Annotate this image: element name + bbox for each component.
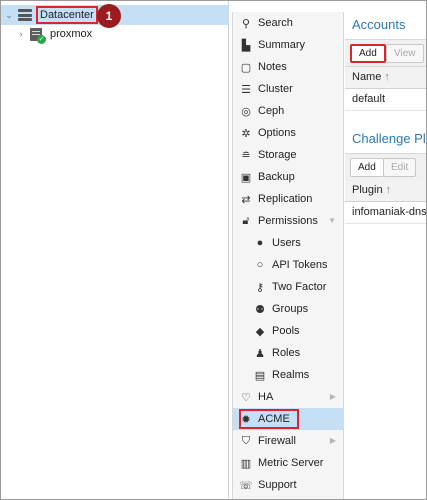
accounts-toolbar: Add View <box>345 39 426 67</box>
sort-asc-icon: ↑ <box>385 184 392 196</box>
accounts-column-header[interactable]: Name ↑ <box>345 67 426 89</box>
address-book-icon: ▤ <box>254 369 266 382</box>
node-label: proxmox <box>50 28 93 40</box>
plugins-toolbar: Add Edit <box>345 153 426 181</box>
menu-label: HA <box>258 391 274 403</box>
menu-label: Permissions <box>258 215 318 227</box>
highlight-box <box>239 409 299 429</box>
server-icon <box>18 9 32 21</box>
plugins-column-header[interactable]: Plugin ↑ <box>345 180 426 202</box>
node-icon: ✓ <box>30 27 46 44</box>
gear-icon: ✲ <box>241 127 251 140</box>
menu-label: Storage <box>258 149 297 161</box>
tree-item-proxmox[interactable]: › ✓ proxmox <box>1 24 229 44</box>
menu-label: Support <box>258 479 297 491</box>
tags-icon: ◆ <box>255 325 265 338</box>
accounts-add-button[interactable]: Add <box>350 44 386 63</box>
menu-label: Backup <box>258 171 295 183</box>
book-icon: ▙ <box>241 39 251 52</box>
caret-down-icon[interactable]: ▼ <box>328 216 336 225</box>
column-label: Plugin <box>352 184 383 196</box>
notes-icon: ▢ <box>240 61 252 74</box>
menu-label: Two Factor <box>272 281 327 293</box>
menu-item-replication[interactable]: ⇄ Replication <box>233 188 344 210</box>
menu-label: Pools <box>272 325 300 337</box>
menu-label: Summary <box>258 39 306 51</box>
key-icon: ⚷ <box>255 281 265 294</box>
menu-item-support[interactable]: ☏ Support <box>233 474 344 496</box>
menu-item-acme[interactable]: ✹ ACME <box>233 408 344 430</box>
menu-label: Ceph <box>258 105 285 117</box>
chevron-down-icon[interactable]: ⌄ <box>4 10 14 20</box>
menu-label: Notes <box>258 61 287 73</box>
datacenter-label: Datacenter <box>36 6 98 24</box>
menu-label: Options <box>258 127 296 139</box>
menu-item-backup[interactable]: ▣ Backup <box>233 166 344 188</box>
menu-item-groups[interactable]: ⚉ Groups <box>233 298 344 320</box>
challenge-plugins-title: Challenge Plugins <box>352 131 426 146</box>
resource-tree: ⌄ Datacenter › ✓ proxmox <box>1 1 229 498</box>
menu-item-ceph[interactable]: ◎ Ceph <box>233 100 344 122</box>
menu-item-ha[interactable]: ♡ HA ▶ <box>233 386 344 408</box>
menu-item-firewall[interactable]: ⛉ Firewall ▶ <box>233 430 344 452</box>
menu-label: Users <box>272 237 301 249</box>
menu-label: API Tokens <box>272 259 328 271</box>
menu-item-realms[interactable]: ▤ Realms <box>233 364 344 386</box>
menu-label: Search <box>258 17 293 29</box>
menu-label: Cluster <box>258 83 293 95</box>
retweet-icon: ⇄ <box>241 193 251 206</box>
menu-label: Firewall <box>258 435 296 447</box>
menu-item-roles[interactable]: ♟ Roles <box>233 342 344 364</box>
floppy-icon: ▣ <box>240 171 252 184</box>
menu-label: Metric Server <box>258 457 324 469</box>
search-icon: ⚲ <box>241 17 251 30</box>
table-row[interactable]: default <box>345 89 426 111</box>
caret-right-icon[interactable]: ▶ <box>330 436 336 445</box>
menu-item-summary[interactable]: ▙ Summary <box>233 34 344 56</box>
menu-item-permissions[interactable]: 🔓︎ Permissions ▼ <box>233 210 344 232</box>
accounts-title: Accounts <box>352 17 406 32</box>
plugins-edit-button[interactable]: Edit <box>383 158 417 177</box>
plugins-add-button[interactable]: Add <box>350 158 384 177</box>
menu-label: Groups <box>272 303 309 315</box>
bar-chart-icon: ▥ <box>240 457 252 470</box>
caret-right-icon[interactable]: ▶ <box>330 392 336 401</box>
column-label: Name <box>352 71 382 83</box>
unlock-icon: 🔓︎ <box>242 214 250 227</box>
acme-panel: Accounts Add View Name ↑ default Challeng… <box>345 12 426 499</box>
server-icon: ☰ <box>241 83 251 96</box>
support-icon: ☏ <box>239 479 253 492</box>
menu-item-cluster[interactable]: ☰ Cluster <box>233 78 344 100</box>
menu-label: Replication <box>258 193 313 205</box>
ceph-icon: ◎ <box>241 105 251 118</box>
menu-label: Roles <box>272 347 301 359</box>
menu-item-notes[interactable]: ▢ Notes <box>233 56 344 78</box>
heartbeat-icon: ♡ <box>241 391 251 404</box>
menu-item-pools[interactable]: ◆ Pools <box>233 320 344 342</box>
sort-asc-icon: ↑ <box>384 71 390 83</box>
table-row[interactable]: infomaniak-dns <box>345 202 426 224</box>
menu-item-metric-server[interactable]: ▥ Metric Server <box>233 452 344 474</box>
menu-item-api-tokens[interactable]: ○ API Tokens <box>233 254 344 276</box>
step-badge-1: 1 <box>97 4 121 28</box>
shield-icon: ⛉ <box>241 434 251 447</box>
menu-item-search[interactable]: ⚲ Search <box>233 12 344 34</box>
menu-item-two-factor[interactable]: ⚷ Two Factor <box>233 276 344 298</box>
menu-item-storage[interactable]: ≘ Storage <box>233 144 344 166</box>
menu-label: Realms <box>272 369 310 381</box>
user-icon: ● <box>256 237 264 249</box>
male-icon: ♟ <box>255 347 265 360</box>
chevron-right-icon[interactable]: › <box>16 29 26 39</box>
user-outline-icon: ○ <box>256 259 264 271</box>
menu-item-users[interactable]: ● Users <box>233 232 344 254</box>
users-icon: ⚉ <box>255 303 265 316</box>
accounts-view-button[interactable]: View <box>386 44 424 63</box>
check-icon: ✓ <box>37 34 46 44</box>
menu-item-options[interactable]: ✲ Options <box>233 122 344 144</box>
datacenter-menu: ⚲ Search ▙ Summary ▢ Notes ☰ Cluster ◎ C… <box>232 12 344 499</box>
database-icon: ≘ <box>241 149 251 162</box>
